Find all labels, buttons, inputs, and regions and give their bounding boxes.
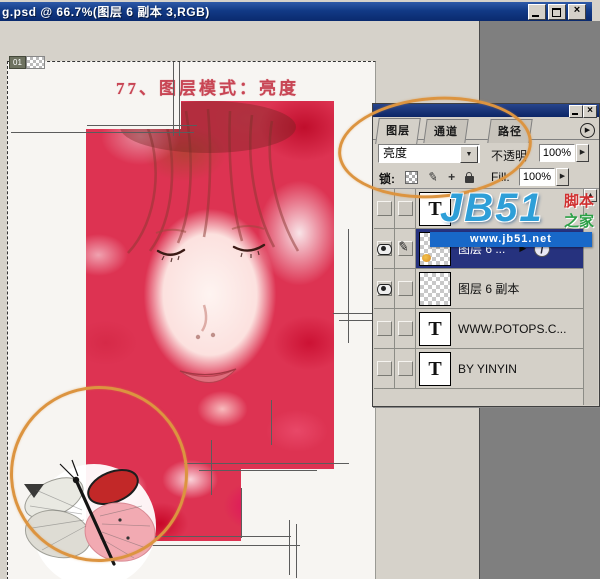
guide-line — [333, 313, 375, 314]
layer-thumbnail[interactable] — [419, 272, 451, 306]
guide-line — [199, 470, 317, 471]
link-toggle[interactable] — [395, 269, 416, 308]
text-layer-thumbnail[interactable]: T — [419, 312, 451, 346]
palette-menu-icon[interactable]: ▶ — [580, 123, 595, 138]
canvas-corner-badge: 01 — [9, 56, 26, 69]
canvas-white-notch — [241, 469, 334, 541]
close-button[interactable]: × — [568, 4, 586, 20]
guide-line — [241, 488, 242, 538]
layer-row-selected[interactable]: ✎ 图层 6 ... ▶ f — [374, 229, 584, 269]
scroll-up-icon[interactable]: ▲ — [584, 189, 597, 202]
text-layer-thumbnail[interactable]: T — [419, 352, 451, 386]
link-toggle[interactable] — [395, 349, 416, 388]
layer-row[interactable]: 图层 6 副本 — [374, 269, 584, 309]
visibility-toggle[interactable] — [374, 269, 395, 308]
guide-line — [271, 400, 272, 445]
guide-line — [289, 520, 290, 575]
layer-row[interactable]: T WWW.POTOPS.C... — [374, 309, 584, 349]
guide-line — [339, 320, 375, 321]
layer-name: WWW.POTOPS.C... — [458, 322, 566, 336]
opacity-value[interactable]: 100% — [539, 144, 575, 162]
visibility-toggle[interactable] — [374, 309, 395, 348]
fill-value[interactable]: 100% — [519, 168, 555, 186]
link-toggle[interactable]: ✎ — [395, 229, 416, 268]
layer-list: T ✎ 图层 6 ... ▶ f — [374, 189, 584, 405]
document-title: g.psd @ 66.7%(图层 6 副本 3,RGB) — [2, 3, 210, 20]
guide-line — [348, 229, 349, 343]
document-titlebar[interactable]: g.psd @ 66.7%(图层 6 副本 3,RGB) × — [0, 2, 592, 21]
guide-line — [87, 125, 197, 126]
eye-icon[interactable] — [377, 284, 392, 295]
layer-row[interactable]: T BY YINYIN — [374, 349, 584, 389]
guide-line — [211, 440, 212, 495]
fill-slider-arrow-icon[interactable]: ▶ — [556, 168, 569, 186]
minimize-button[interactable] — [528, 4, 546, 20]
effects-expand-icon[interactable]: ▶ — [519, 243, 526, 254]
layer-name: BY YINYIN — [458, 362, 517, 376]
visibility-toggle[interactable] — [374, 229, 395, 268]
layer-effects-icon[interactable]: f — [534, 241, 550, 257]
layer-name: 图层 6 ... — [458, 240, 505, 257]
layer-list-scrollbar[interactable]: ▲ — [583, 189, 598, 405]
visibility-toggle[interactable] — [374, 349, 395, 388]
link-toggle[interactable] — [395, 309, 416, 348]
layer-thumbnail[interactable] — [419, 232, 451, 266]
window-controls: × — [528, 4, 586, 20]
transparency-badge-icon — [26, 56, 45, 69]
guide-line — [11, 132, 194, 133]
guide-line — [296, 524, 297, 578]
guide-line — [184, 463, 349, 464]
maximize-button[interactable] — [548, 4, 566, 20]
tutorial-heading: 77、图层模式：亮度 — [116, 74, 299, 99]
photoshop-document-window: g.psd @ 66.7%(图层 6 副本 3,RGB) × 01 77、图层模… — [0, 0, 600, 579]
layer-name: 图层 6 副本 — [458, 280, 519, 297]
eye-icon[interactable] — [377, 244, 392, 255]
opacity-slider-arrow-icon[interactable]: ▶ — [576, 144, 589, 162]
